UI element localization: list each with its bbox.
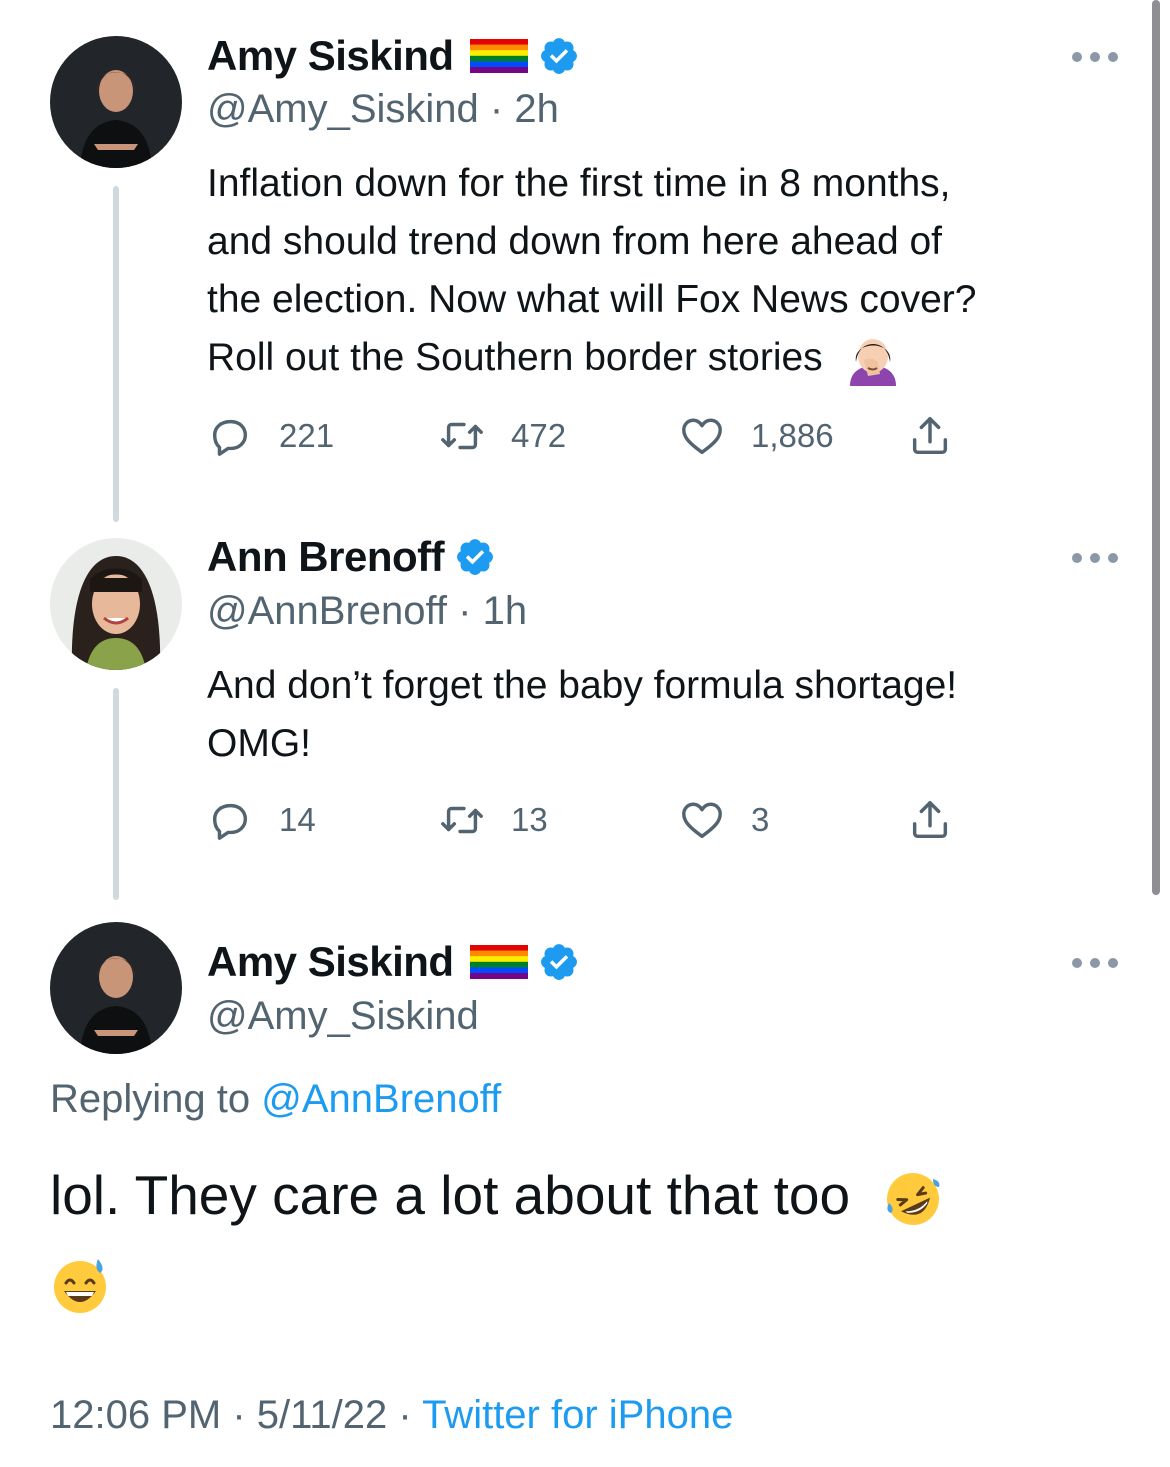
text-line: Roll out the Southern border stories — [207, 336, 823, 379]
handle-timestamp: @AnnBrenoff · 1h — [207, 589, 528, 633]
avatar-amy-siskind[interactable] — [50, 922, 182, 1054]
retweet-count: 472 — [511, 417, 567, 454]
share-button[interactable] — [907, 790, 979, 850]
more-options-icon[interactable] — [1070, 956, 1120, 970]
avatar-amy-siskind[interactable] — [50, 36, 182, 168]
main-tweet-header: Amy Siskind — [207, 932, 580, 992]
retweet-button[interactable]: 13 — [439, 790, 548, 850]
tweet-1-text: Inflation down for the first time in 8 m… — [207, 155, 1127, 387]
main-tweet-text: lol. They care a lot about that too — [50, 1152, 1110, 1324]
replying-to: Replying to @AnnBrenoff — [50, 1077, 501, 1122]
tweet-meta: 12:06 PM · 5/11/22 · Twitter for iPhone — [50, 1393, 733, 1438]
share-icon — [912, 417, 948, 455]
timestamp[interactable]: 12:06 PM · 5/11/22 · — [50, 1393, 422, 1437]
thread-line — [113, 186, 119, 522]
display-name[interactable]: Amy Siskind — [207, 32, 454, 80]
tweet-thread-page: Amy Siskind @Amy_Siskind · 2h Inflation … — [0, 0, 1170, 1467]
display-name[interactable]: Amy Siskind — [207, 938, 454, 986]
like-icon — [682, 802, 722, 839]
like-count: 1,886 — [751, 417, 834, 454]
reply-mention-link[interactable]: @AnnBrenoff — [261, 1077, 501, 1121]
tweet-1-actions: 221 472 1,886 — [207, 406, 967, 466]
replying-prefix: Replying to — [50, 1077, 251, 1121]
like-button[interactable]: 3 — [679, 790, 769, 850]
verified-badge-icon — [457, 539, 494, 575]
like-button[interactable]: 1,886 — [679, 406, 834, 466]
thread-line — [113, 688, 119, 900]
share-icon — [912, 801, 948, 839]
tweet-2-actions: 14 13 3 — [207, 790, 967, 850]
verified-badge-icon — [540, 944, 577, 980]
reply-count: 221 — [279, 417, 335, 454]
tweet-1-header: Amy Siskind — [207, 26, 580, 86]
rolling-on-floor-laughing-icon — [887, 1173, 940, 1226]
retweet-icon — [441, 806, 483, 834]
text-line: And don’t forget the baby formula shorta… — [207, 664, 958, 707]
tweet-2-header: Ann Brenoff — [207, 527, 496, 587]
tweet-body: lol. They care a lot about that too — [50, 1164, 851, 1226]
handle: @Amy_Siskind — [207, 994, 479, 1038]
scrollbar[interactable] — [1152, 0, 1160, 895]
reply-icon — [212, 803, 248, 840]
reply-icon — [212, 419, 248, 456]
text-line: Inflation down for the first time in 8 m… — [207, 162, 951, 205]
text-line: OMG! — [207, 722, 311, 765]
rainbow-flag-icon — [469, 39, 528, 73]
handle-timestamp: @Amy_Siskind · 2h — [207, 87, 559, 131]
reply-button[interactable]: 14 — [207, 790, 316, 850]
like-icon — [682, 418, 722, 455]
display-name[interactable]: Ann Brenoff — [207, 533, 445, 581]
text-line-with-emoji: Roll out the Southern border stories — [207, 329, 1127, 387]
more-options-icon[interactable] — [1070, 50, 1120, 64]
rainbow-flag-icon — [469, 945, 528, 979]
tweet-2-text: And don’t forget the baby formula shorta… — [207, 657, 1127, 773]
text-line: the election. Now what will Fox News cov… — [207, 278, 977, 321]
verified-badge-icon — [540, 38, 577, 74]
woman-facepalming-icon — [849, 338, 896, 386]
share-button[interactable] — [907, 406, 979, 466]
reply-count: 14 — [279, 801, 316, 838]
more-options-icon[interactable] — [1070, 551, 1120, 565]
grinning-face-with-sweat-icon — [54, 1259, 106, 1314]
retweet-count: 13 — [511, 801, 548, 838]
avatar-ann-brenoff[interactable] — [50, 538, 182, 670]
source-link[interactable]: Twitter for iPhone — [422, 1393, 733, 1437]
retweet-icon — [441, 422, 483, 450]
text-line: and should trend down from here ahead of — [207, 220, 943, 263]
like-count: 3 — [751, 801, 770, 838]
reply-button[interactable]: 221 — [207, 406, 334, 466]
retweet-button[interactable]: 472 — [439, 406, 566, 466]
